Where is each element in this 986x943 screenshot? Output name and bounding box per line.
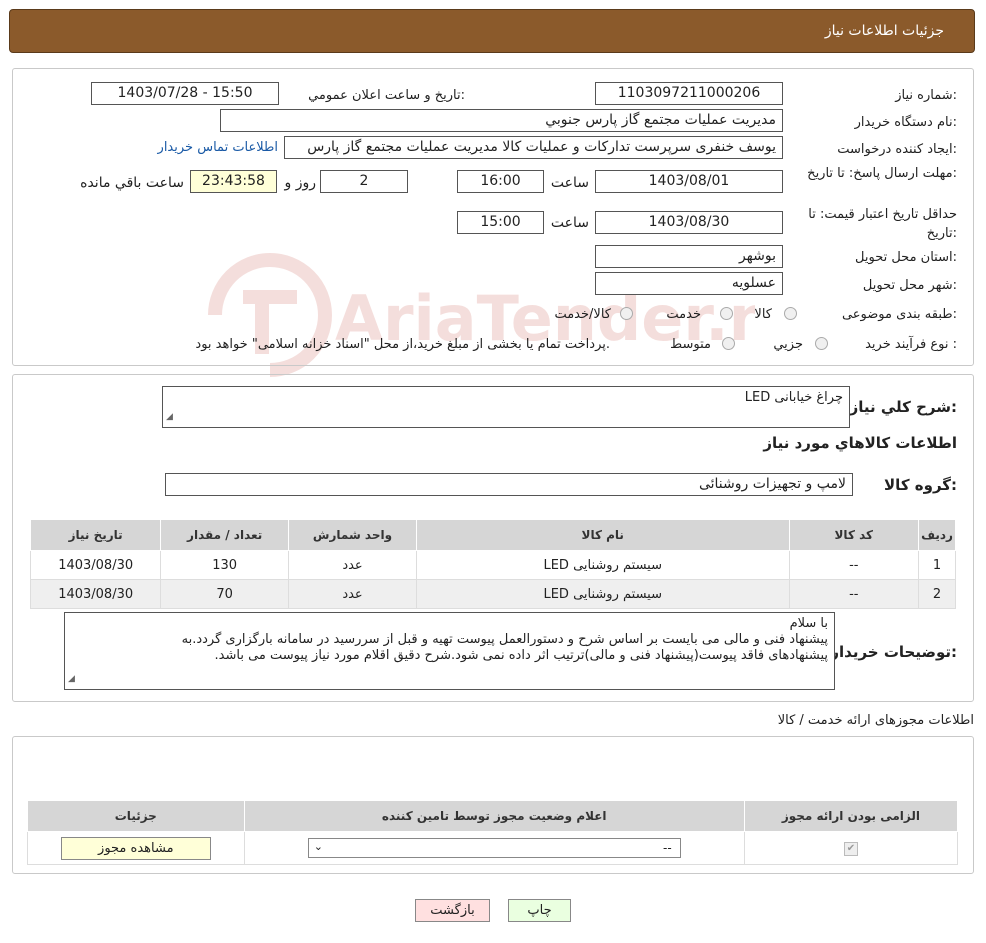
price-time-label: ساعت xyxy=(550,215,589,231)
price-time-field: 15:00 xyxy=(457,211,544,234)
table-row[interactable]: 2 -- سیستم روشنایی LED عدد 70 1403/08/30 xyxy=(29,579,956,609)
permit-status-select[interactable]: ⌄ -- xyxy=(307,838,681,858)
cell-date: 1403/08/30 xyxy=(29,579,162,609)
col-permit-required: الزامی بودن ارائه مجوز xyxy=(743,800,959,832)
process-radio-medium[interactable] xyxy=(722,337,735,350)
remaining-time-field: 23:43:58 xyxy=(190,170,277,193)
items-section-header: اطلاعات کالاهاي مورد نياز xyxy=(763,434,957,452)
days-label: روز و xyxy=(284,175,317,191)
cell-permit-required: ✔ xyxy=(743,831,959,865)
reply-time-field: 16:00 xyxy=(457,170,544,193)
city-label: شهر محل تحويل: xyxy=(862,278,957,293)
cell-code: -- xyxy=(788,579,920,609)
buyer-notes-line-3: پیشنهادهای فاقد پیوست(پیشنهاد فنی و مالی… xyxy=(214,648,828,663)
goods-group-field: لامپ و تجهيزات روشنائی xyxy=(165,473,853,496)
window-title: جزئیات اطلاعات نیاز xyxy=(824,23,944,39)
col-unit: واحد شمارش xyxy=(288,519,417,551)
permits-section-title: اطلاعات مجوزهای ارائه خدمت / کالا xyxy=(777,713,974,728)
cell-permit-details: مشاهده مجوز xyxy=(27,831,245,865)
cell-permit-status: ⌄ -- xyxy=(243,831,745,865)
view-permit-button[interactable]: مشاهده مجوز xyxy=(60,836,211,860)
process-option-minor: جزيي xyxy=(773,337,803,352)
permits-table-header: الزامی بودن ارائه مجوز اعلام وضعيت مجوز … xyxy=(27,800,959,832)
requester-label: ايجاد کننده درخواست: xyxy=(837,142,957,157)
price-validity-label: حداقل تاريخ اعتبار قيمت: تا تاريخ: xyxy=(808,207,957,241)
table-row[interactable]: 1 -- سیستم روشنایی LED عدد 130 1403/08/3… xyxy=(29,550,956,580)
category-label: طبقه بندی موضوعی: xyxy=(841,307,957,322)
general-description-text: چراغ خیابانی LED xyxy=(744,390,843,405)
reply-time-label: ساعت xyxy=(550,175,589,191)
buyer-org-field: مديريت عمليات مجتمع گاز پارس جنوبي xyxy=(220,109,783,132)
goods-group-label: گروه کالا: xyxy=(884,476,957,494)
col-permit-details: جزئيات xyxy=(27,800,245,832)
requester-field: یوسف خنفری سرپرست تدارکات و عملیات کالا … xyxy=(284,136,783,159)
cell-qty: 70 xyxy=(160,579,290,609)
buyer-org-label: نام دستگاه خريدار: xyxy=(854,115,957,130)
category-option-service: خدمت xyxy=(666,307,701,322)
cell-row: 2 xyxy=(918,579,956,609)
resize-grip-icon[interactable]: ◢ xyxy=(166,409,173,425)
category-option-goods-service: کالا/خدمت xyxy=(554,307,611,322)
chevron-down-icon: ⌄ xyxy=(313,840,323,853)
print-button[interactable]: چاپ xyxy=(508,899,571,922)
buyer-contact-link[interactable]: اطلاعات تماس خريدار xyxy=(158,140,278,155)
city-field: عسلويه xyxy=(595,272,783,295)
category-option-goods: کالا xyxy=(754,307,772,322)
announce-date-field: 1403/07/28 - 15:50 xyxy=(91,82,279,105)
cell-unit: عدد xyxy=(288,579,417,609)
general-description-label: شرح کلي نياز: xyxy=(849,398,957,416)
cell-code: -- xyxy=(788,550,920,580)
category-radio-goods-service[interactable] xyxy=(620,307,633,320)
window-title-bar: جزئیات اطلاعات نیاز xyxy=(9,9,975,53)
permits-table: الزامی بودن ارائه مجوز اعلام وضعيت مجوز … xyxy=(27,800,959,865)
process-label: نوع فرآيند خريد : xyxy=(865,337,957,352)
col-name: نام کالا xyxy=(415,519,790,551)
buyer-notes-line-2: پیشنهاد فنی و مالی می بایست بر اساس شرح … xyxy=(181,632,828,647)
col-permit-status: اعلام وضعيت مجوز توسط تامين کننده xyxy=(243,800,745,832)
price-date-field: 1403/08/30 xyxy=(595,211,783,234)
cell-name: سیستم روشنایی LED xyxy=(415,579,790,609)
days-field: 2 xyxy=(320,170,408,193)
permit-status-value: -- xyxy=(663,841,672,855)
items-table-header: رديف کد کالا نام کالا واحد شمارش تعداد /… xyxy=(29,519,956,551)
cell-row: 1 xyxy=(918,550,956,580)
process-option-medium: متوسط xyxy=(670,337,711,352)
cell-name: سیستم روشنایی LED xyxy=(415,550,790,580)
cell-date: 1403/08/30 xyxy=(29,550,162,580)
announce-date-label: تاريخ و ساعت اعلان عمومي: xyxy=(308,88,465,103)
back-button[interactable]: بازگشت xyxy=(415,899,490,922)
col-date: تاريخ نياز xyxy=(29,519,162,551)
process-note: پرداخت تمام يا بخشی از مبلغ خريد،از محل … xyxy=(195,337,610,352)
category-radio-goods[interactable] xyxy=(784,307,797,320)
need-number-label: شماره نیاز: xyxy=(895,88,957,103)
buyer-notes-field[interactable]: با سلام پیشنهاد فنی و مالی می بایست بر ا… xyxy=(64,612,835,690)
items-table: رديف کد کالا نام کالا واحد شمارش تعداد /… xyxy=(29,519,956,609)
permit-required-checkbox[interactable]: ✔ xyxy=(843,842,858,856)
reply-date-field: 1403/08/01 xyxy=(595,170,783,193)
resize-grip-icon[interactable]: ◢ xyxy=(68,671,75,687)
province-label: استان محل تحويل: xyxy=(855,250,957,265)
category-radio-service[interactable] xyxy=(720,307,733,320)
cell-unit: عدد xyxy=(288,550,417,580)
buyer-notes-label: توضيحات خريدار: xyxy=(830,643,957,661)
buyer-notes-line-1: با سلام xyxy=(789,616,828,631)
province-field: بوشهر xyxy=(595,245,783,268)
col-code: کد کالا xyxy=(788,519,920,551)
col-qty: تعداد / مقدار xyxy=(160,519,290,551)
process-radio-minor[interactable] xyxy=(815,337,828,350)
cell-qty: 130 xyxy=(160,550,290,580)
need-number-field: 1103097211000206 xyxy=(595,82,783,105)
col-row: رديف xyxy=(918,519,956,551)
reply-deadline-label: مهلت ارسال پاسخ: تا تاريخ: xyxy=(807,166,957,181)
table-row: ✔ ⌄ -- مشاهده مجوز xyxy=(27,831,959,865)
remaining-time-label: ساعت باقي مانده xyxy=(80,175,184,191)
general-description-field[interactable]: چراغ خیابانی LED ◢ xyxy=(162,386,850,428)
